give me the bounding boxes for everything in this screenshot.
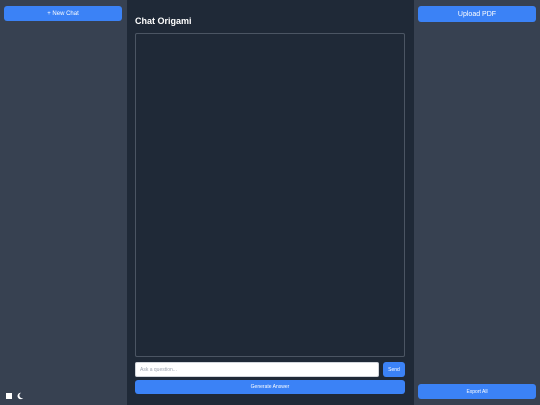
theme-toggle-group [6, 392, 24, 400]
square-icon[interactable] [6, 393, 12, 399]
export-all-button[interactable]: Export All [418, 384, 536, 399]
right-sidebar: Upload PDF Export All [414, 0, 540, 405]
question-input[interactable] [135, 362, 379, 377]
chat-messages-panel[interactable] [135, 33, 405, 357]
app-window: + New Chat Send Generate Answer Upload P… [0, 0, 540, 405]
generate-answer-button[interactable]: Generate Answer [135, 380, 405, 394]
new-chat-button[interactable]: + New Chat [4, 6, 122, 21]
send-button[interactable]: Send [383, 362, 405, 377]
moon-icon[interactable] [16, 392, 24, 400]
main-chat-area: Send Generate Answer [127, 0, 414, 405]
upload-pdf-button[interactable]: Upload PDF [418, 6, 536, 22]
composer-row: Send [135, 362, 405, 377]
left-sidebar: + New Chat [0, 0, 127, 405]
page-title: Chat Origami [135, 16, 192, 26]
